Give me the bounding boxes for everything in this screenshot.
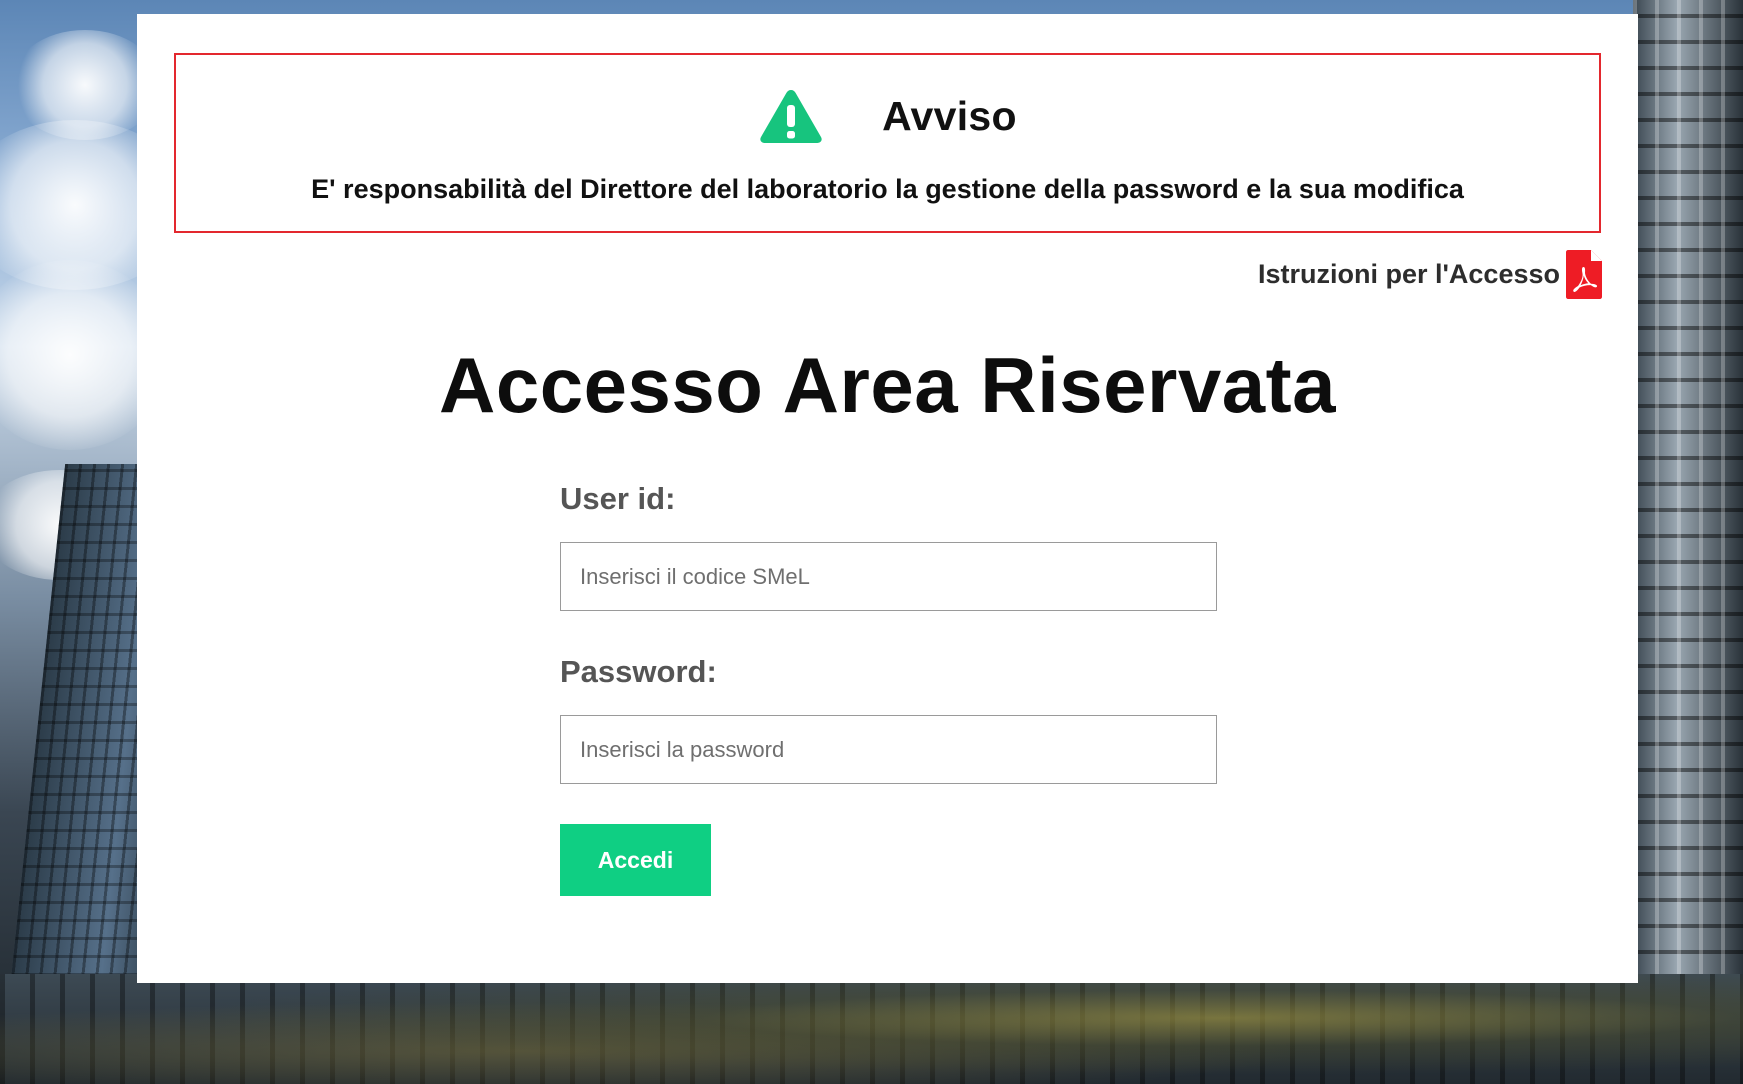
login-panel: Avviso E' responsabilità del Direttore d… bbox=[137, 14, 1638, 983]
password-input[interactable] bbox=[560, 715, 1217, 784]
notice-header: Avviso bbox=[176, 87, 1599, 145]
notice-title: Avviso bbox=[882, 92, 1017, 139]
background-ground bbox=[0, 974, 1743, 1084]
pdf-icon bbox=[1566, 250, 1602, 299]
page-title: Accesso Area Riservata bbox=[439, 341, 1336, 429]
notice-message: E' responsabilità del Direttore del labo… bbox=[311, 174, 1464, 204]
user-id-label: User id: bbox=[560, 481, 676, 516]
access-instructions-label: Istruzioni per l'Accesso bbox=[1257, 259, 1560, 289]
notice-box: Avviso E' responsabilità del Direttore d… bbox=[174, 53, 1601, 233]
background-building-right bbox=[1633, 0, 1743, 1084]
password-label: Password: bbox=[560, 654, 717, 689]
login-button[interactable]: Accedi bbox=[560, 824, 711, 896]
access-instructions-link[interactable]: Istruzioni per l'Accesso bbox=[1258, 250, 1602, 299]
warning-triangle-icon bbox=[760, 90, 822, 143]
user-id-input[interactable] bbox=[560, 542, 1217, 611]
